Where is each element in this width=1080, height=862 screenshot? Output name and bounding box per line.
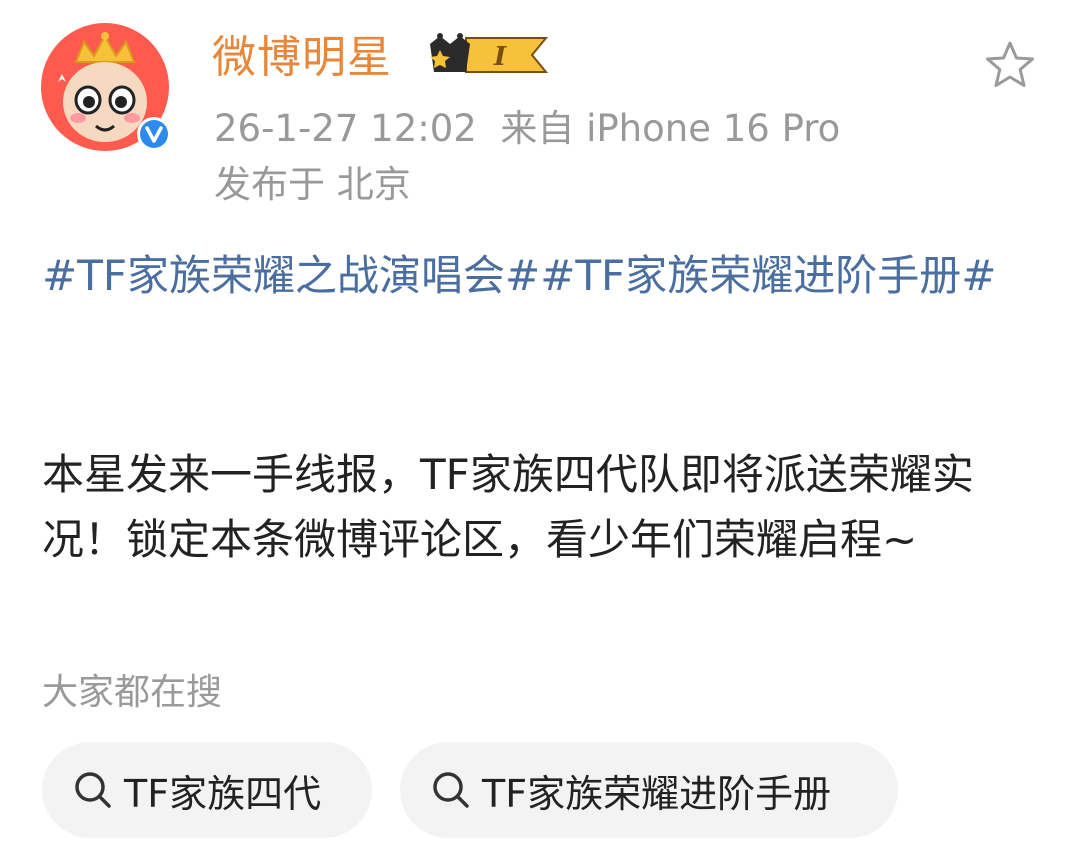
post-body-text: 本星发来一手线报，TF家族四代队即将派送荣耀实况！锁定本条微博评论区，看少年们荣… bbox=[42, 450, 974, 564]
crown-badge-icon: I bbox=[430, 33, 549, 73]
author-avatar[interactable] bbox=[40, 22, 171, 152]
verified-v-icon bbox=[137, 117, 171, 151]
post-location: 发布于 北京 bbox=[214, 163, 411, 206]
search-suggestion-text: TF家族四代 bbox=[124, 771, 322, 816]
search-suggestion-chip[interactable]: TF家族四代 bbox=[42, 742, 372, 838]
star-outline-icon bbox=[986, 41, 1034, 87]
author-name[interactable]: 微博明星 bbox=[212, 30, 392, 86]
vip-level-badge[interactable]: I bbox=[426, 30, 552, 80]
trending-search-label: 大家都在搜 bbox=[42, 672, 223, 713]
search-suggestion-text: TF家族荣耀进阶手册 bbox=[482, 771, 832, 816]
post-time-source: 26-1-27 12:02 来自 iPhone 16 Pro bbox=[214, 107, 841, 150]
hashtag-line: #TF家族荣耀之战演唱会##TF家族荣耀进阶手册# bbox=[42, 244, 1042, 308]
search-icon bbox=[433, 772, 469, 808]
search-icon bbox=[75, 772, 111, 808]
hashtag-link[interactable]: #TF家族荣耀之战演唱会# bbox=[42, 251, 540, 300]
vip-level-text: I bbox=[493, 42, 507, 72]
search-suggestion-chip[interactable]: TF家族荣耀进阶手册 bbox=[400, 742, 898, 838]
hashtag-link[interactable]: #TF家族荣耀进阶手册# bbox=[540, 251, 996, 300]
weibo-post: 微博明星 I 26-1-27 12:02 来自 iPhone 16 Pro 发布… bbox=[0, 0, 1080, 862]
favorite-button[interactable] bbox=[982, 38, 1038, 94]
